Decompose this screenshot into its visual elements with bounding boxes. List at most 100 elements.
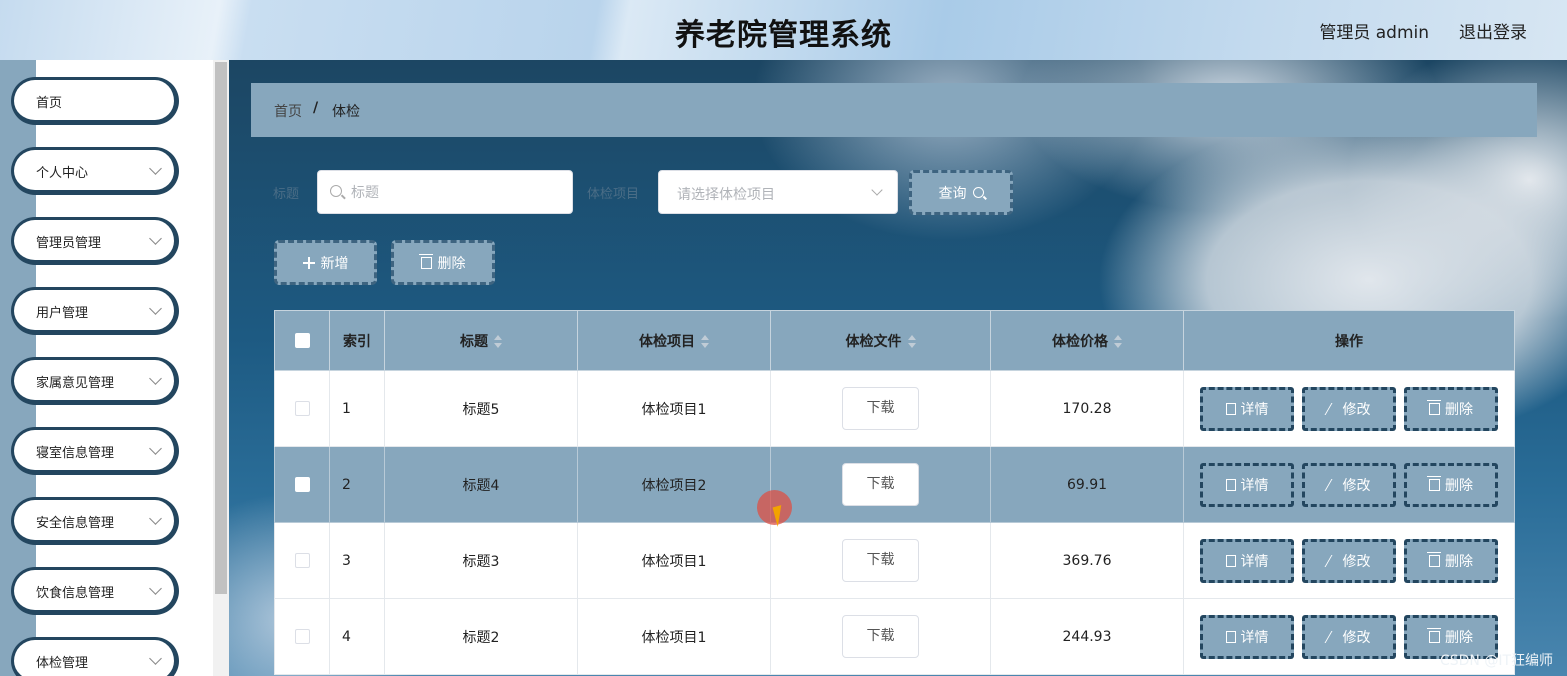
edit-button[interactable]: 修改: [1302, 538, 1396, 583]
sidebar-item-checkup[interactable]: 体检管理: [11, 637, 179, 676]
column-header-title[interactable]: 标题: [384, 310, 578, 371]
detail-label: 详情: [1240, 553, 1269, 570]
column-header-price[interactable]: 体检价格: [990, 310, 1184, 371]
sidebar-item-safety[interactable]: 安全信息管理: [11, 497, 179, 545]
sidebar-scrollbar-thumb[interactable]: [215, 62, 227, 594]
row-index: 1: [329, 370, 385, 447]
row-checkbox[interactable]: [294, 401, 310, 416]
edit-button[interactable]: 修改: [1302, 462, 1396, 507]
add-button[interactable]: 新增: [274, 240, 377, 285]
download-button[interactable]: 下载: [842, 539, 919, 582]
edit-label: 修改: [1342, 401, 1371, 418]
batch-delete-button[interactable]: 删除: [391, 240, 495, 285]
breadcrumb-home[interactable]: 首页: [274, 101, 302, 121]
trash-icon: [1427, 475, 1441, 491]
row-title: 标题2: [384, 598, 578, 675]
download-button[interactable]: 下载: [842, 463, 919, 506]
column-header-file[interactable]: 体检文件: [770, 310, 991, 371]
sidebar-item-home[interactable]: 首页: [11, 77, 179, 125]
row-item: 体检项目1: [577, 370, 771, 447]
download-button[interactable]: 下载: [842, 615, 919, 658]
chevron-down-icon: [149, 232, 162, 245]
title-search-field[interactable]: [317, 170, 573, 214]
sort-icon[interactable]: [1114, 334, 1122, 349]
select-all-cell[interactable]: [274, 310, 330, 371]
row-index: 2: [329, 446, 385, 523]
chevron-down-icon: [149, 162, 162, 175]
sidebar-item-label: 用户管理: [36, 306, 89, 321]
checkup-item-select[interactable]: 请选择体检项目: [658, 170, 898, 214]
sidebar-item-profile[interactable]: 个人中心: [11, 147, 179, 195]
row-item: 体检项目1: [577, 598, 771, 675]
sort-icon[interactable]: [907, 334, 916, 349]
column-header-item[interactable]: 体检项目: [577, 310, 771, 371]
chevron-down-icon: [149, 442, 162, 455]
download-button[interactable]: 下载: [842, 387, 919, 430]
sidebar-item-label: 管理员管理: [36, 236, 102, 251]
document-icon: [1225, 554, 1236, 567]
sidebar-item-family-feedback[interactable]: 家属意见管理: [11, 357, 179, 405]
sidebar-item-label: 饮食信息管理: [36, 586, 115, 601]
sidebar-item-label: 体检管理: [36, 656, 89, 671]
column-header-actions: 操作: [1183, 310, 1515, 371]
title-filter-label: 标题: [273, 187, 300, 202]
detail-button[interactable]: 详情: [1200, 614, 1294, 659]
search-icon: [972, 187, 984, 198]
chevron-down-icon: [149, 372, 162, 385]
column-header-label: 体检项目: [639, 333, 695, 350]
edit-button[interactable]: 修改: [1302, 614, 1396, 659]
document-icon: [1225, 630, 1236, 643]
plus-icon: [302, 256, 315, 269]
row-price: 69.91: [990, 446, 1184, 523]
column-header-label: 标题: [460, 333, 488, 350]
row-index: 3: [329, 522, 385, 599]
title-search-input[interactable]: [351, 181, 561, 205]
sidebar-item-users[interactable]: 用户管理: [11, 287, 179, 335]
edit-icon: [1324, 630, 1341, 643]
chevron-down-icon: [871, 184, 883, 196]
watermark: CSDN @IT狂编师: [1439, 653, 1553, 669]
row-title: 标题4: [384, 446, 578, 523]
query-button[interactable]: 查询: [909, 170, 1013, 215]
breadcrumb-separator: /: [313, 100, 319, 116]
logout-link[interactable]: 退出登录: [1459, 18, 1527, 43]
sidebar-item-diet[interactable]: 饮食信息管理: [11, 567, 179, 615]
trash-icon: [1427, 551, 1441, 567]
row-checkbox[interactable]: [294, 553, 310, 568]
row-delete-label: 删除: [1445, 477, 1473, 494]
detail-label: 详情: [1240, 629, 1269, 646]
query-button-label: 查询: [938, 185, 967, 202]
row-checkbox[interactable]: [294, 477, 310, 492]
row-delete-button[interactable]: 删除: [1404, 462, 1498, 507]
row-title: 标题5: [384, 370, 578, 447]
item-filter-label: 体检项目: [587, 187, 640, 202]
select-all-checkbox[interactable]: [294, 333, 310, 348]
edit-label: 修改: [1342, 553, 1371, 570]
detail-button[interactable]: 详情: [1200, 538, 1294, 583]
chevron-down-icon: [149, 512, 162, 525]
edit-label: 修改: [1342, 477, 1371, 494]
sidebar-item-admins[interactable]: 管理员管理: [11, 217, 179, 265]
row-delete-button[interactable]: 删除: [1404, 538, 1498, 583]
breadcrumb: 首页 / 体检: [251, 83, 1537, 137]
sidebar-item-dorm[interactable]: 寝室信息管理: [11, 427, 179, 475]
detail-button[interactable]: 详情: [1200, 386, 1294, 431]
sidebar-item-label: 安全信息管理: [36, 516, 115, 531]
row-index: 4: [329, 598, 385, 675]
add-button-label: 新增: [320, 255, 349, 272]
column-header-index: 索引: [329, 310, 385, 371]
row-checkbox[interactable]: [294, 629, 310, 644]
edit-button[interactable]: 修改: [1302, 386, 1396, 431]
row-delete-label: 删除: [1445, 629, 1473, 646]
row-delete-button[interactable]: 删除: [1404, 386, 1498, 431]
detail-button[interactable]: 详情: [1200, 462, 1294, 507]
document-icon: [1225, 478, 1236, 491]
top-header: 养老院管理系统 管理员 admin 退出登录: [0, 0, 1567, 60]
chevron-down-icon: [149, 582, 162, 595]
trash-icon: [418, 253, 433, 269]
sidebar-item-label: 寝室信息管理: [36, 446, 115, 461]
table-row: 4 标题2 体检项目1 下载 244.93 详情 修改 删除: [274, 598, 1515, 675]
sort-icon[interactable]: [494, 334, 502, 349]
row-delete-label: 删除: [1445, 553, 1473, 570]
sort-icon[interactable]: [701, 334, 709, 349]
